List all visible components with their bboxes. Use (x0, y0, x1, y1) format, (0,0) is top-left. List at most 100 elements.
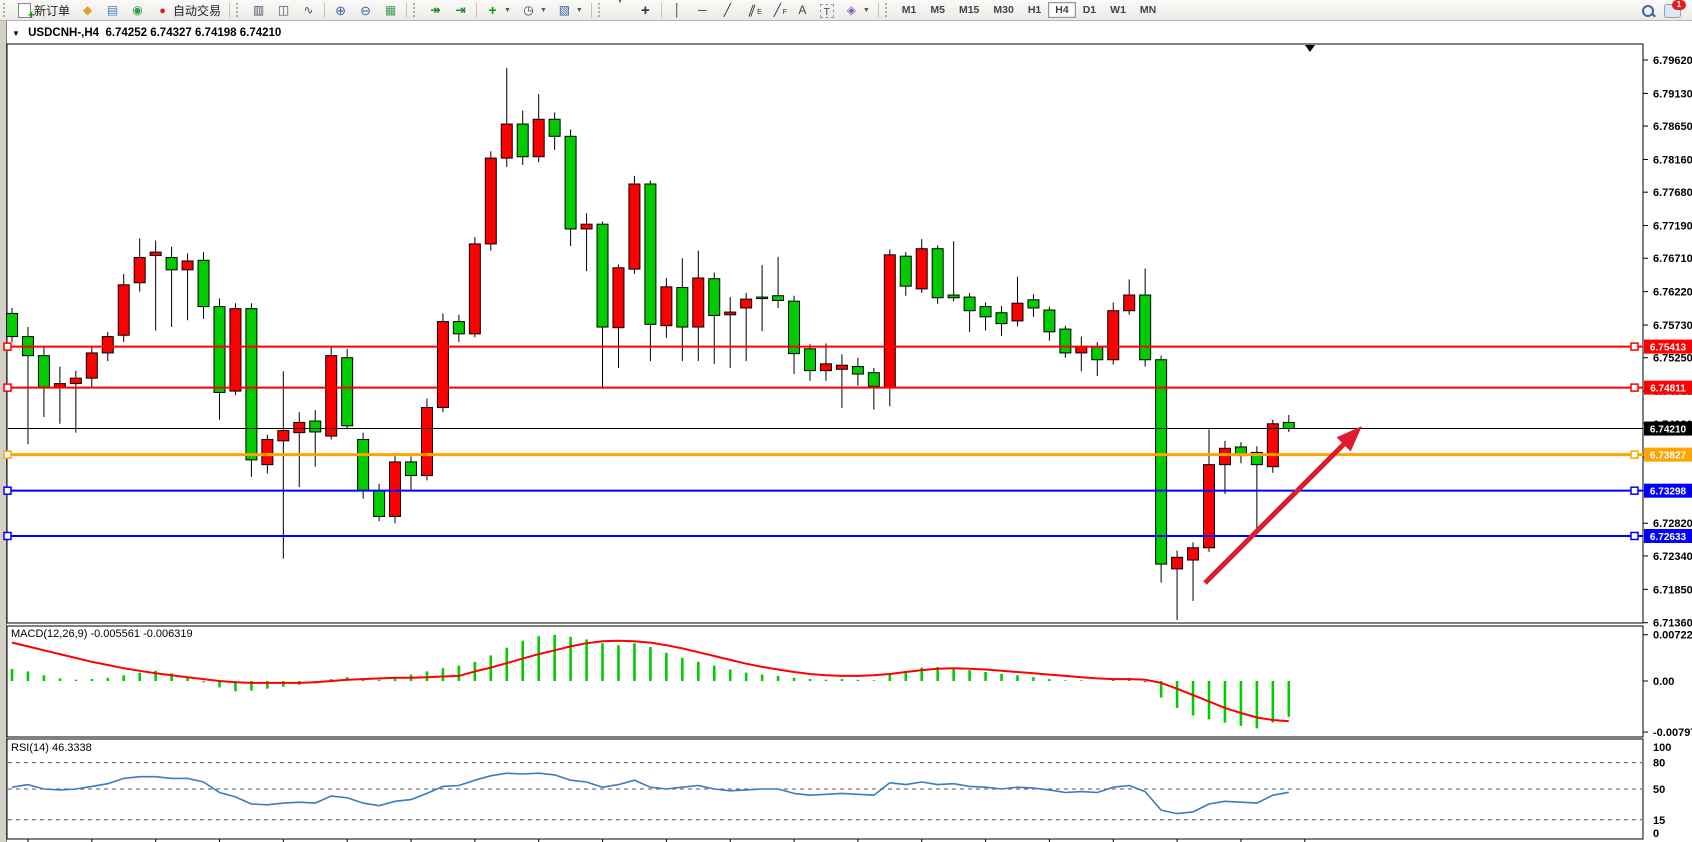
hline-handle[interactable] (1631, 532, 1638, 539)
candle-body-up (741, 299, 752, 308)
hline-handle[interactable] (4, 532, 11, 539)
rsi-axis-label: 80 (1653, 758, 1665, 770)
candle-body-down (310, 421, 321, 432)
tile-windows-button[interactable] (378, 1, 403, 20)
candle-body-down (597, 224, 608, 327)
candle-body-down (996, 313, 1007, 324)
fibonacci-button[interactable] (765, 1, 790, 20)
bar-chart-button[interactable] (246, 1, 271, 20)
trendline-button[interactable] (715, 1, 740, 20)
chart-shift-button[interactable] (448, 1, 473, 20)
price-badge-label: 6.73298 (1650, 487, 1687, 498)
candle-body-up (884, 255, 895, 388)
timeframe-bar: M1M5M15M30H1H4D1W1MN (895, 2, 1163, 18)
candle-body-down (773, 296, 784, 301)
bar-chart-icon (251, 3, 266, 18)
timeframe-h4[interactable]: H4 (1048, 2, 1075, 18)
timeframe-d1[interactable]: D1 (1076, 2, 1103, 18)
market-watch-icon (80, 3, 95, 18)
notification-badge: 1 (1672, 0, 1686, 10)
vertical-line-button[interactable] (665, 1, 690, 20)
candle-body-up (1124, 295, 1135, 311)
arrows-button[interactable]: ▼ (839, 1, 875, 20)
hline-handle[interactable] (4, 384, 11, 391)
candle-body-up (1076, 347, 1087, 353)
timeframe-m1[interactable]: M1 (895, 2, 924, 18)
timeframe-h1[interactable]: H1 (1021, 2, 1048, 18)
candle-body-up (661, 287, 672, 326)
zoom-out-button[interactable] (353, 1, 378, 20)
candle-body-down (900, 256, 911, 286)
candle-body-up (820, 364, 831, 371)
candle-body-down (948, 295, 959, 298)
indicators-button[interactable]: ▼ (480, 1, 516, 20)
text-button[interactable] (790, 1, 815, 20)
price-tick-label: 6.76710 (1653, 253, 1692, 265)
auto-scroll-icon (428, 3, 443, 18)
search-icon (1641, 4, 1654, 17)
notifications-button[interactable]: 1 (1659, 0, 1686, 20)
timeframe-w1[interactable]: W1 (1103, 2, 1133, 18)
candle-body-up (1219, 448, 1230, 464)
hline-handle[interactable] (4, 451, 11, 458)
timeframe-m5[interactable]: M5 (923, 2, 952, 18)
one-click-trading-toggle[interactable]: ▼ (12, 29, 20, 38)
zoom-in-button[interactable] (328, 1, 353, 20)
price-tick-label: 6.77190 (1653, 221, 1692, 233)
price-badge-label: 6.73827 (1650, 451, 1687, 462)
timeframe-m15[interactable]: M15 (952, 2, 986, 18)
candle-body-down (214, 307, 225, 393)
autotrading-icon (155, 3, 170, 18)
templates-button[interactable]: ▼ (552, 1, 588, 20)
hline-handle[interactable] (1631, 384, 1638, 391)
navigator-button[interactable] (125, 1, 150, 20)
hline-handle[interactable] (4, 343, 11, 350)
tile-windows-icon (383, 3, 398, 18)
hline-handle[interactable] (1631, 343, 1638, 350)
horizontal-line-button[interactable] (690, 1, 715, 20)
hline-handle[interactable] (4, 487, 11, 494)
candle-body-up (725, 312, 736, 315)
candle-body-down (453, 322, 464, 334)
label-button[interactable] (815, 1, 839, 20)
channel-button[interactable] (740, 1, 765, 20)
periods-button[interactable]: ▼ (516, 1, 552, 20)
candle-body-up (1172, 557, 1183, 569)
data-window-button[interactable] (100, 1, 125, 20)
price-tick-label: 6.71850 (1653, 584, 1692, 596)
candle-body-down (1092, 347, 1103, 360)
cursor-button[interactable] (608, 1, 633, 20)
price-tick-label: 6.72340 (1653, 551, 1692, 563)
autotrading-button[interactable]: 自动交易 (150, 0, 226, 21)
rsi-axis-label: 50 (1653, 784, 1665, 796)
rsi-axis-label: 15 (1653, 815, 1665, 827)
mt4-terminal: 新订单 自动交易 ▼ ▼ ▼ ▼ (0, 0, 1692, 842)
chart-canvas[interactable]: 6.796206.791306.786506.781606.776806.771… (0, 21, 1692, 842)
timeframe-m30[interactable]: M30 (986, 2, 1020, 18)
candle-body-down (757, 297, 768, 299)
price-tick-label: 6.79620 (1653, 55, 1692, 67)
timeframe-mn[interactable]: MN (1133, 2, 1163, 18)
candle-body-down (805, 349, 816, 371)
fibonacci-icon (770, 3, 785, 18)
crosshair-button[interactable] (633, 1, 658, 20)
templates-icon (557, 3, 572, 18)
line-chart-button[interactable] (296, 1, 321, 20)
search-button[interactable] (1636, 2, 1659, 19)
auto-scroll-button[interactable] (423, 1, 448, 20)
candle-body-up (86, 353, 97, 378)
candle-body-up (118, 285, 129, 335)
hline-handle[interactable] (1631, 451, 1638, 458)
candle-body-up (150, 252, 161, 255)
hline-handle[interactable] (1631, 487, 1638, 494)
candle-body-up (836, 365, 847, 369)
candlestick-chart-button[interactable] (271, 1, 296, 20)
autotrading-label: 自动交易 (173, 2, 221, 19)
candle-body-down (549, 119, 560, 136)
candle-body-up (421, 407, 432, 475)
market-watch-button[interactable] (75, 1, 100, 20)
candle-body-up (1012, 303, 1023, 321)
candle-body-down (868, 373, 879, 387)
price-tick-label: 6.75730 (1653, 320, 1692, 332)
new-order-button[interactable]: 新订单 (13, 0, 75, 21)
